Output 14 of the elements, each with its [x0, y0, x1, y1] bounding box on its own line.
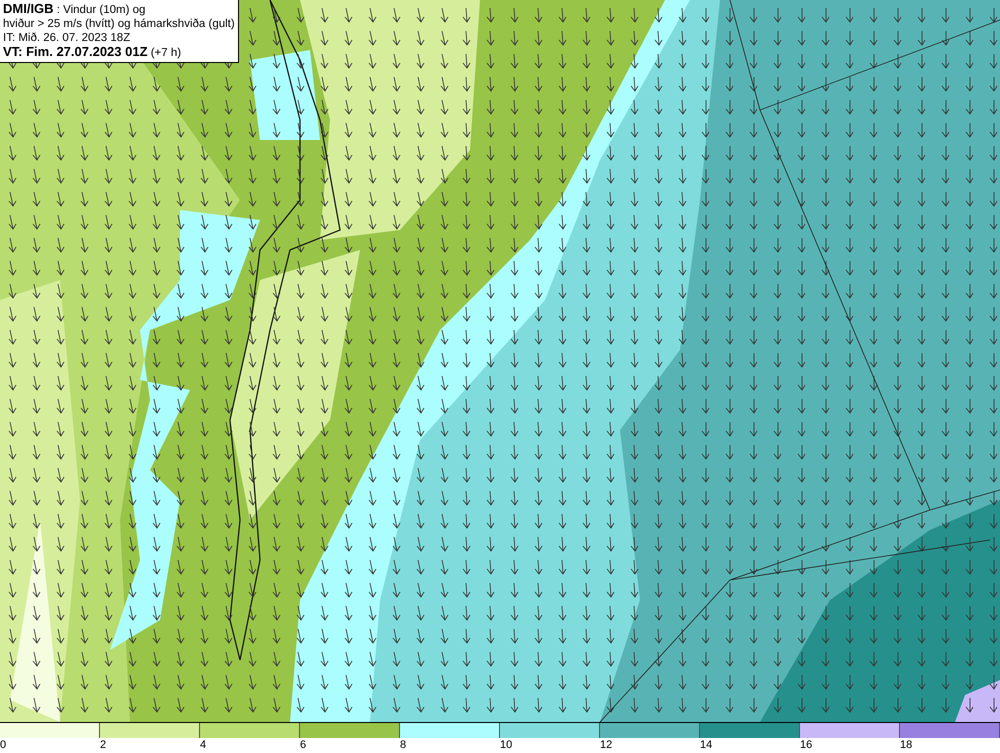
legend-label: 6 [300, 739, 306, 751]
title-text: hviður > 25 m/s (hvítt) og hámarkshviða (gult) [3, 17, 235, 31]
title-text: DMI/IGB : Vindur (10m) og [3, 2, 146, 17]
legend-label: 4 [200, 739, 206, 751]
title-text: VT: Fim. 27.07.2023 01Z (+7 h) [3, 45, 182, 60]
legend-label: 10 [500, 739, 512, 751]
title-text: IT: Mið. 26. 07. 2023 18Z [3, 31, 132, 45]
legend-label: 2 [100, 739, 106, 751]
legend-label: 14 [700, 739, 712, 751]
legend-label: 8 [400, 739, 406, 751]
legend-label: 18 [900, 739, 912, 751]
legend-label: 0 [0, 739, 6, 751]
legend-label: 12 [600, 739, 612, 751]
legend-label: 16 [800, 739, 812, 751]
